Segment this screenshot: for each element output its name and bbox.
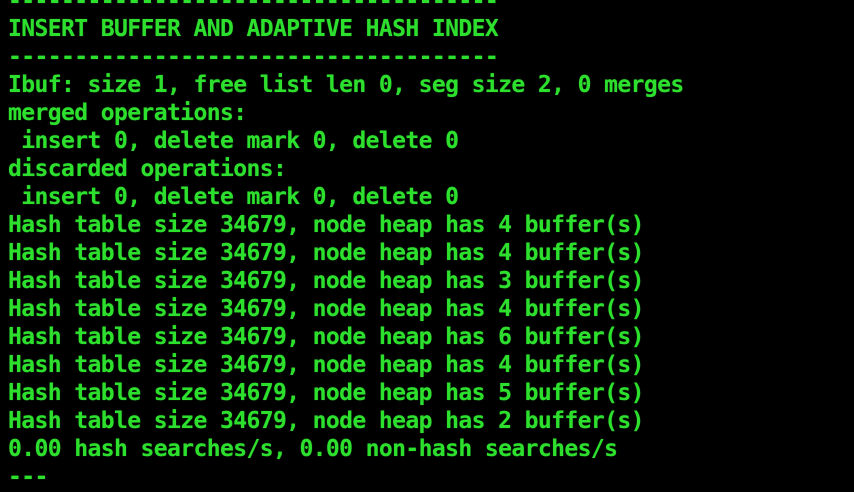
merged-operations-label: merged operations: [8,100,247,126]
hash-table-line: Hash table size 34679, node heap has 4 b… [8,212,644,238]
ibuf-status-line: Ibuf: size 1, free list len 0, seg size … [8,72,684,98]
discarded-operations-label: discarded operations: [8,156,287,182]
merged-operations-values: insert 0, delete mark 0, delete 0 [8,128,459,154]
hash-table-line: Hash table size 34679, node heap has 5 b… [8,380,644,406]
separator-line: ------------------------------------- [8,44,499,70]
hash-table-line: Hash table size 34679, node heap has 6 b… [8,324,644,350]
hash-table-line: Hash table size 34679, node heap has 4 b… [8,296,644,322]
hash-table-line: Hash table size 34679, node heap has 4 b… [8,240,644,266]
hash-table-line: Hash table size 34679, node heap has 4 b… [8,352,644,378]
separator-line: ------------------------------------- [8,0,499,14]
section-heading: INSERT BUFFER AND ADAPTIVE HASH INDEX [8,16,499,42]
terminal-output: ------------------------------------- IN… [0,0,854,490]
separator-line: --- [8,464,48,490]
hash-table-line: Hash table size 34679, node heap has 3 b… [8,268,644,294]
hash-searches-line: 0.00 hash searches/s, 0.00 non-hash sear… [8,436,618,462]
hash-table-line: Hash table size 34679, node heap has 2 b… [8,408,644,434]
discarded-operations-values: insert 0, delete mark 0, delete 0 [8,184,459,210]
